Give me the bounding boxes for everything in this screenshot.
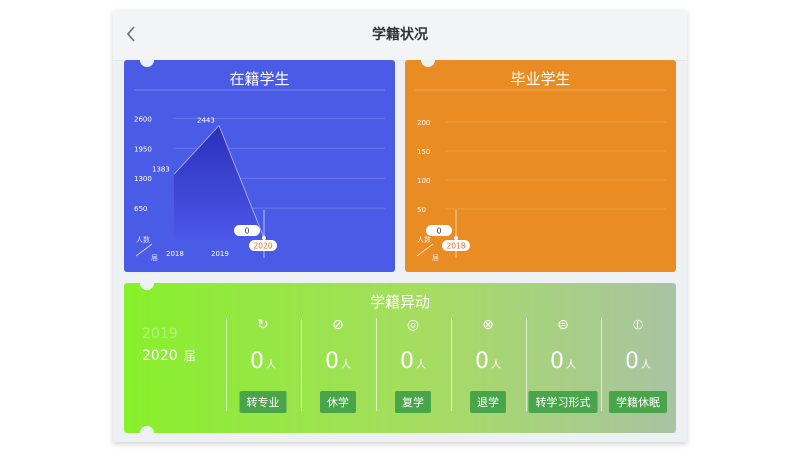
y-tick-label: 150 <box>417 148 430 156</box>
graduated-chart: 50 100 150 200 人数 届 0 2018 <box>415 89 666 262</box>
card-notch <box>140 283 154 290</box>
stat-value: 0人 <box>400 349 426 374</box>
stat-value: 0人 <box>250 349 276 374</box>
enrolled-axis-unit: 人数 届 <box>135 235 158 262</box>
selected-year-text: 2020 <box>253 242 272 251</box>
data-label: 1383 <box>152 165 170 173</box>
selection-point <box>454 236 458 240</box>
resume-button[interactable]: 复学 <box>395 391 431 413</box>
series-area <box>174 125 264 238</box>
graduated-students-card: 毕业学生 50 100 150 200 人数 届 0 2018 <box>405 60 676 272</box>
y-tick-label: 50 <box>417 206 426 214</box>
stat-suspend: ⊘ 0人 休学 <box>302 313 374 413</box>
pause-circle-icon: ⦶ <box>632 317 644 333</box>
stat-value: 0人 <box>550 349 576 374</box>
year-label: 2020 <box>142 348 178 364</box>
page-title: 学籍状况 <box>372 27 428 43</box>
change-study-mode-button[interactable]: 转学习形式 <box>528 391 598 413</box>
year-option-2019[interactable]: 2019 <box>142 323 212 345</box>
app-frame: 学籍状况 在籍学生 1383 2443 650 1300 1950 2600 2018 2… <box>113 10 687 442</box>
value-badge-text: 0 <box>437 227 442 236</box>
stat-withdraw: ⊗ 0人 退学 <box>452 313 524 413</box>
x-tick-label: 2018 <box>166 250 184 258</box>
redo-arrow-icon: ↻ <box>257 317 269 333</box>
stat-change-study-mode: ⊜ 0人 转学习形式 <box>527 313 599 413</box>
data-label: 2443 <box>197 117 215 125</box>
value-badge-text: 0 <box>245 227 250 236</box>
year-unit: 届 <box>183 349 196 363</box>
header-bar: 学籍状况 <box>113 10 687 61</box>
status-changes-card: 学籍异动 2019 2020 届 ↻ 0人 转专业 ⊘ 0人 休学 ◎ 0人 复… <box>124 283 676 433</box>
changes-title: 学籍异动 <box>369 293 430 311</box>
dormant-button[interactable]: 学籍休眠 <box>609 391 667 413</box>
refresh-circle-icon: ◎ <box>406 317 420 333</box>
stat-transfer-major: ↻ 0人 转专业 <box>227 313 299 413</box>
y-tick-label: 200 <box>417 119 430 127</box>
suspend-button[interactable]: 休学 <box>320 391 356 413</box>
transfer-major-button[interactable]: 转专业 <box>239 391 287 413</box>
year-option-2020[interactable]: 2020 届 <box>142 345 212 367</box>
axis-unit-bottom: 届 <box>432 254 439 262</box>
enrolled-students-card: 在籍学生 1383 2443 650 1300 1950 2600 2018 2019 人… <box>124 60 395 272</box>
stat-resume: ◎ 0人 复学 <box>377 313 449 413</box>
withdraw-button[interactable]: 退学 <box>470 391 506 413</box>
year-selector: 2019 2020 届 <box>142 323 212 367</box>
y-tick-label: 1950 <box>134 145 152 153</box>
y-tick-label: 650 <box>134 205 147 213</box>
stat-value: 0人 <box>625 349 651 374</box>
axis-unit-bottom: 届 <box>151 254 158 262</box>
axis-unit-top: 人数 <box>136 235 150 244</box>
enrolled-chart: 1383 2443 650 1300 1950 2600 2018 2019 人数 届 0… <box>134 89 385 262</box>
stat-value: 0人 <box>475 349 501 374</box>
swap-circle-icon: ⊜ <box>557 317 569 333</box>
cancel-circle-icon: ⊗ <box>482 317 494 333</box>
axis-unit-top: 人数 <box>417 235 431 244</box>
selected-year-text: 2018 <box>446 242 465 251</box>
stat-dormant: ⦶ 0人 学籍休眠 <box>602 313 674 413</box>
graduated-axis-unit: 人数 届 <box>416 235 439 262</box>
year-label: 2019 <box>142 326 178 342</box>
card-notch <box>140 426 154 433</box>
stat-value: 0人 <box>325 349 351 374</box>
y-tick-label: 100 <box>417 177 430 185</box>
x-tick-label: 2019 <box>211 250 229 258</box>
selection-point <box>262 236 266 240</box>
y-tick-label: 1300 <box>134 175 152 183</box>
y-tick-label: 2600 <box>134 115 152 123</box>
slash-circle-icon: ⊘ <box>332 317 344 333</box>
